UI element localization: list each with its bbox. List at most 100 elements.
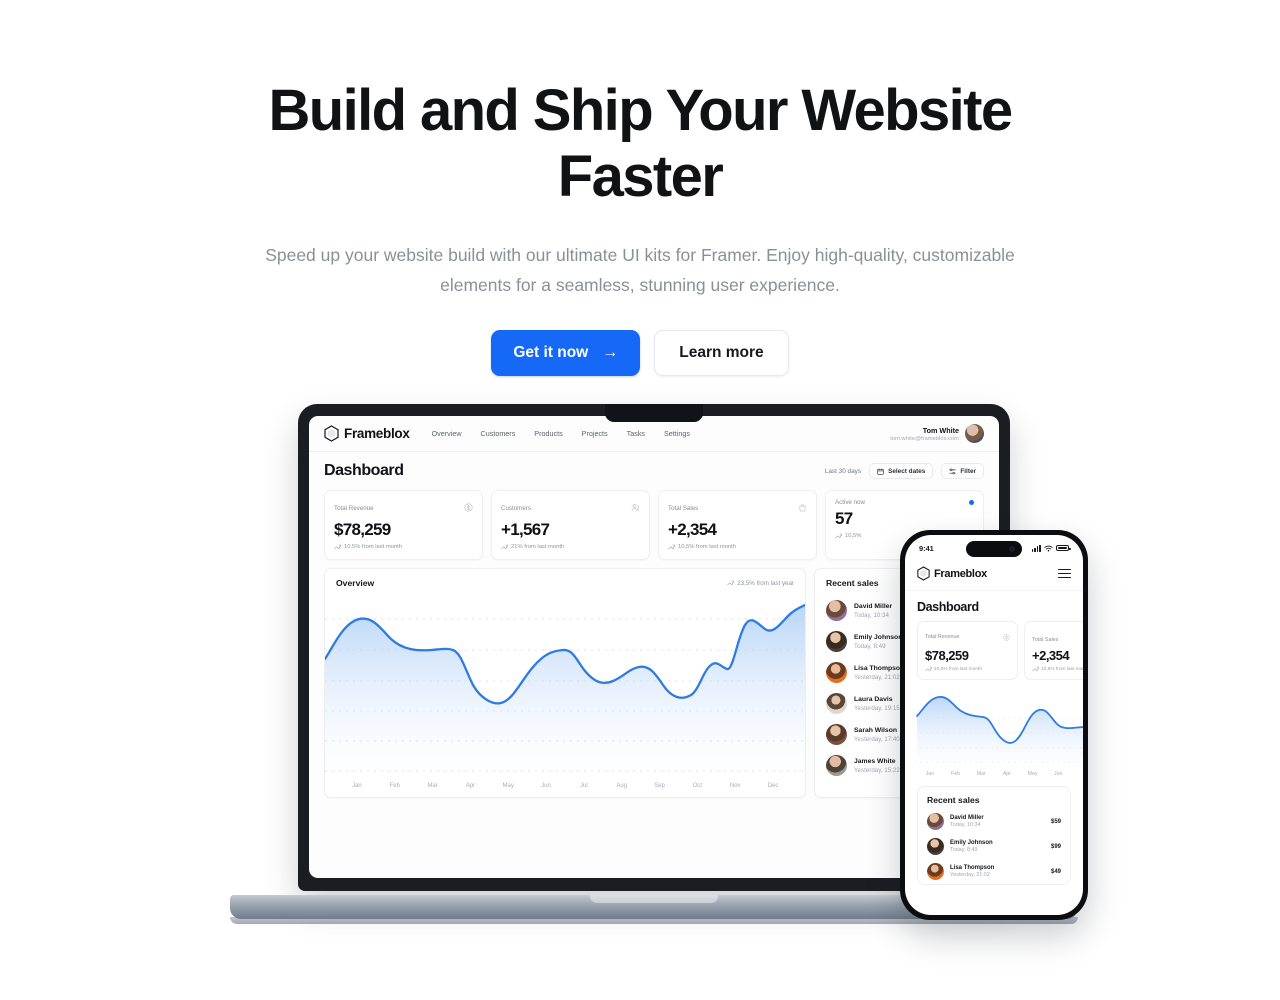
user-menu[interactable]: Tom White tom.white@frameblox.com xyxy=(890,424,984,443)
recent-sales-title: Recent sales xyxy=(826,578,879,588)
sale-time: Today, 8:49 xyxy=(854,642,886,650)
hero-cta-group: Get it now → Learn more xyxy=(0,330,1280,377)
user-email: tom.white@frameblox.com xyxy=(890,435,959,442)
sale-name: Lisa Thompson xyxy=(950,865,995,871)
sale-name: Laura Davis xyxy=(854,695,893,703)
sale-name: Lisa Thompson xyxy=(854,664,905,672)
dashboard-toolbar: Last 30 days Select dates Filter xyxy=(825,463,984,479)
dynamic-island xyxy=(966,541,1022,557)
overview-chart xyxy=(325,595,805,781)
stat-subtext-row: 21% from last month xyxy=(501,544,640,550)
stat-card-group: Total Revenue $78,259 10,5% from last mo… xyxy=(309,486,999,560)
nav-item-customers[interactable]: Customers xyxy=(481,429,516,438)
learn-more-button[interactable]: Learn more xyxy=(654,330,789,377)
sale-amount: $59 xyxy=(1050,818,1061,825)
phone-stat-card-total-sales: Total Sales +2,354 10,5% from last month xyxy=(1024,621,1083,680)
get-it-now-button[interactable]: Get it now → xyxy=(491,330,641,377)
stat-label: Active now xyxy=(835,499,865,506)
brand-logo[interactable]: Frameblox xyxy=(324,425,410,442)
sale-time: Today, 10:34 xyxy=(854,611,889,619)
chart-area-fill xyxy=(325,605,805,781)
x-tick: Dec xyxy=(767,783,779,789)
filter-button[interactable]: Filter xyxy=(941,463,984,479)
hamburger-menu-icon[interactable] xyxy=(1058,568,1071,579)
stat-value: +2,354 xyxy=(668,520,717,539)
x-tick: Jul xyxy=(580,783,588,789)
dollar-circle-icon xyxy=(464,499,473,517)
select-dates-label: Select dates xyxy=(888,467,926,475)
avatar xyxy=(927,813,944,830)
x-tick: Jun xyxy=(541,783,551,789)
users-icon xyxy=(631,499,640,517)
select-dates-button[interactable]: Select dates xyxy=(869,463,934,479)
list-item[interactable]: Emily Johnson Today, 8:49 $99 xyxy=(918,834,1070,859)
nav-item-tasks[interactable]: Tasks xyxy=(627,429,645,438)
stat-subtext: 10,5% from last month xyxy=(678,544,736,550)
phone-stat-value: $78,259 xyxy=(925,648,969,663)
stat-subtext: 21% from last month xyxy=(511,544,565,550)
sale-time: Yesterday, 15:22 xyxy=(854,766,900,774)
phone-overview-chart xyxy=(905,688,1083,770)
sale-time: Yesterday, 21:02 xyxy=(854,673,900,681)
x-tick: Jun xyxy=(1054,771,1063,777)
phone-stat-subtext: 10,5% from last month xyxy=(934,666,982,672)
sale-name: Emily Johnson xyxy=(854,633,903,641)
learn-more-label: Learn more xyxy=(679,344,764,362)
user-name: Tom White xyxy=(922,425,959,435)
page-title: Build and Ship Your Website Faster xyxy=(268,78,1013,210)
avatar[interactable] xyxy=(965,424,984,443)
trend-up-icon xyxy=(334,544,341,550)
laptop-screen: Frameblox Overview Customers Products Pr… xyxy=(309,416,999,878)
nav-item-settings[interactable]: Settings xyxy=(664,429,690,438)
hero-section: Build and Ship Your Website Faster Speed… xyxy=(0,0,1280,377)
stat-card-total-revenue: Total Revenue $78,259 10,5% from last mo… xyxy=(324,490,483,560)
arrow-right-icon: → xyxy=(602,344,619,362)
sale-time: Yesterday, 21:02 xyxy=(950,872,990,878)
bag-icon xyxy=(798,499,807,517)
sale-time: Today, 8:49 xyxy=(950,847,978,853)
list-item[interactable]: David Miller Today, 10:34 $59 xyxy=(918,809,1070,834)
status-time: 9:41 xyxy=(919,543,934,553)
trend-up-icon xyxy=(1032,666,1039,672)
nav-item-projects[interactable]: Projects xyxy=(582,429,608,438)
sale-name: David Miller xyxy=(950,815,984,821)
get-it-now-label: Get it now xyxy=(513,344,589,362)
x-tick: Jan xyxy=(352,783,362,789)
list-item[interactable]: Lisa Thompson Yesterday, 21:02 $49 xyxy=(918,859,1070,884)
sale-time: Yesterday, 17:40 xyxy=(854,735,900,743)
x-tick: Mar xyxy=(976,771,986,777)
x-tick: Mar xyxy=(427,783,438,789)
stat-subtext-row: 10,5% from last month xyxy=(334,544,473,550)
stat-label: Customers xyxy=(501,504,531,512)
trend-up-icon xyxy=(727,580,734,586)
phone-chart-x-axis: Jan Feb Mar Apr May Jun xyxy=(905,770,1083,777)
phone-stat-label: Total Revenue xyxy=(925,634,960,640)
stat-subtext: 10,5% xyxy=(845,533,862,539)
sale-time: Yesterday, 19:15 xyxy=(854,704,900,712)
nav-item-products[interactable]: Products xyxy=(534,429,562,438)
sale-name: Emily Johnson xyxy=(950,840,993,846)
dashboard-title: Dashboard xyxy=(324,462,404,479)
dashboard-header: Dashboard Last 30 days Select dates Filt… xyxy=(309,452,999,486)
trend-up-icon xyxy=(668,544,675,550)
phone-stat-label: Total Sales xyxy=(1032,637,1059,643)
stat-value: 57 xyxy=(835,509,853,528)
battery-icon xyxy=(1056,544,1071,552)
overview-chart-panel: Overview 23,5% from last year Jan Feb Ma… xyxy=(324,568,806,798)
phone-stat-value: +2,354 xyxy=(1032,648,1070,663)
nav-item-overview[interactable]: Overview xyxy=(432,429,462,438)
phone-mockup: 9:41 Frameblox Dashboard Total Revenue $… xyxy=(900,530,1088,920)
hexagon-logo-icon xyxy=(324,425,339,442)
x-tick: May xyxy=(502,783,514,789)
brand-name: Frameblox xyxy=(344,426,410,441)
x-tick: Feb xyxy=(951,771,960,777)
overview-title: Overview xyxy=(336,578,375,588)
stat-card-customers: Customers +1,567 21% from last month xyxy=(491,490,650,560)
avatar xyxy=(927,863,944,880)
filter-label: Filter xyxy=(960,467,976,475)
overview-note-text: 23,5% from last year xyxy=(737,579,794,587)
phone-stat-card-total-revenue: Total Revenue $78,259 10,5% from last mo… xyxy=(917,621,1018,680)
trend-up-icon xyxy=(925,666,932,672)
calendar-icon xyxy=(877,467,884,475)
phone-recent-sales-panel: Recent sales David Miller Today, 10:34 $5… xyxy=(917,786,1071,885)
